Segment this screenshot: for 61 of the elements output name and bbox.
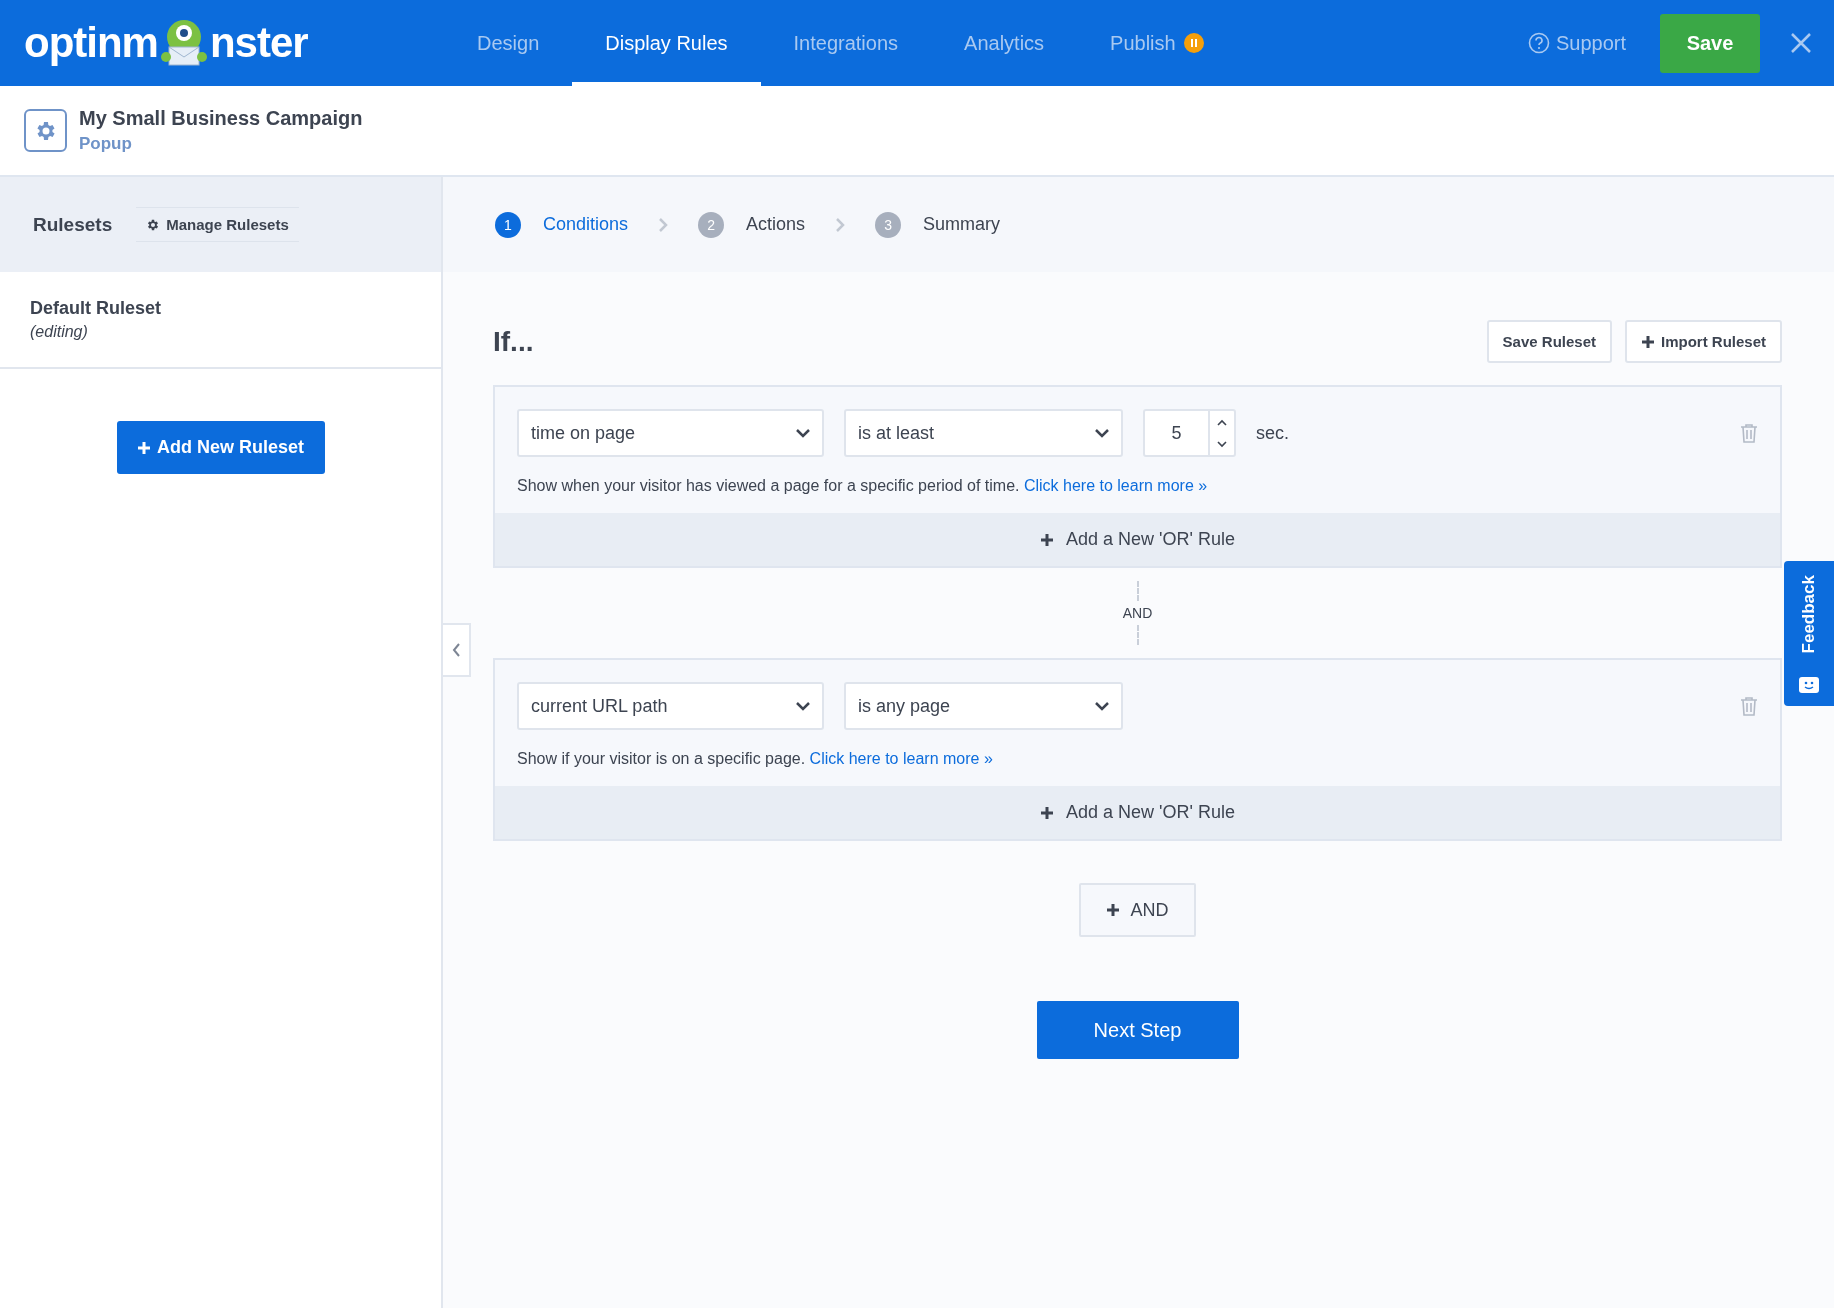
plus-icon bbox=[137, 440, 151, 455]
field-select[interactable]: current URL path bbox=[517, 682, 824, 730]
chevron-down-icon bbox=[1095, 701, 1109, 711]
rule-description: Show when your visitor has viewed a page for a specific period of time. Click here to learn more » bbox=[516, 476, 1209, 496]
number-input[interactable]: 5 bbox=[1143, 409, 1236, 457]
add-and-button[interactable]: AND bbox=[1079, 883, 1196, 937]
delete-rule-button[interactable] bbox=[1740, 423, 1758, 443]
save-button[interactable]: Save bbox=[1660, 13, 1760, 73]
chevron-left-icon bbox=[451, 643, 461, 657]
step-tab[interactable]: Conditions bbox=[543, 214, 629, 235]
nav-tab[interactable]: Analytics bbox=[931, 0, 1078, 86]
ruleset-name: Default Ruleset bbox=[30, 298, 163, 319]
add-ruleset-button[interactable]: Add New Ruleset bbox=[116, 421, 325, 474]
operator-select[interactable]: is at least bbox=[844, 409, 1123, 457]
plus-icon bbox=[1040, 805, 1054, 820]
rule-description: Show if your visitor is on a specific page. Click here to learn more » bbox=[516, 749, 994, 769]
step-tab[interactable]: Summary bbox=[923, 214, 1001, 235]
trash-icon bbox=[1740, 696, 1758, 716]
ruleset-status: (editing) bbox=[30, 323, 89, 341]
unit-label: sec. bbox=[1256, 422, 1289, 444]
chevron-down-icon bbox=[1095, 428, 1109, 438]
trash-icon bbox=[1740, 423, 1758, 443]
campaign-settings-button[interactable] bbox=[24, 109, 67, 152]
support-link[interactable]: Support bbox=[1527, 31, 1626, 55]
smiley-icon bbox=[1798, 676, 1820, 694]
step-tab[interactable]: Actions bbox=[746, 214, 806, 235]
chevron-down-icon bbox=[796, 428, 810, 438]
next-step-button[interactable]: Next Step bbox=[1036, 1001, 1239, 1059]
chevron-right-icon bbox=[835, 216, 846, 233]
campaign-type: Popup bbox=[79, 134, 133, 154]
nav-tab[interactable]: Integrations bbox=[760, 0, 932, 86]
plus-icon bbox=[1641, 334, 1655, 349]
delete-rule-button[interactable] bbox=[1740, 696, 1758, 716]
plus-icon bbox=[1106, 903, 1121, 917]
learn-more-link[interactable]: Click here to learn more » bbox=[809, 750, 993, 767]
nav-tab[interactable]: Publish bbox=[1077, 0, 1237, 86]
and-connector-label: AND bbox=[1122, 605, 1153, 621]
operator-select[interactable]: is any page bbox=[844, 682, 1123, 730]
import-ruleset-button[interactable]: Import Ruleset bbox=[1625, 320, 1782, 363]
field-select[interactable]: time on page bbox=[517, 409, 824, 457]
close-icon bbox=[1790, 32, 1812, 54]
help-icon bbox=[1527, 32, 1550, 54]
plus-icon bbox=[1040, 532, 1054, 547]
chevron-up-icon bbox=[1217, 418, 1227, 426]
add-or-rule-button[interactable]: Add a New 'OR' Rule bbox=[495, 786, 1780, 839]
gear-icon bbox=[146, 217, 161, 232]
learn-more-link[interactable]: Click here to learn more » bbox=[1023, 477, 1208, 494]
save-ruleset-button[interactable]: Save Ruleset bbox=[1486, 320, 1612, 363]
collapse-sidebar-button[interactable] bbox=[443, 623, 471, 677]
nav-tab[interactable]: Design bbox=[444, 0, 573, 86]
chevron-right-icon bbox=[658, 216, 669, 233]
chevron-down-icon bbox=[796, 701, 810, 711]
step-number[interactable]: 1 bbox=[495, 211, 521, 238]
add-or-rule-button[interactable]: Add a New 'OR' Rule bbox=[495, 513, 1780, 566]
feedback-tab[interactable]: Feedback bbox=[1784, 561, 1834, 706]
conditions-heading: If... bbox=[493, 325, 535, 358]
manage-rulesets-button[interactable]: Manage Rulesets bbox=[136, 207, 299, 242]
logo[interactable]: optinm nster bbox=[24, 17, 444, 69]
chevron-down-icon bbox=[1217, 440, 1227, 448]
rulesets-title: Rulesets bbox=[33, 213, 113, 236]
campaign-title: My Small Business Campaign bbox=[79, 107, 363, 130]
